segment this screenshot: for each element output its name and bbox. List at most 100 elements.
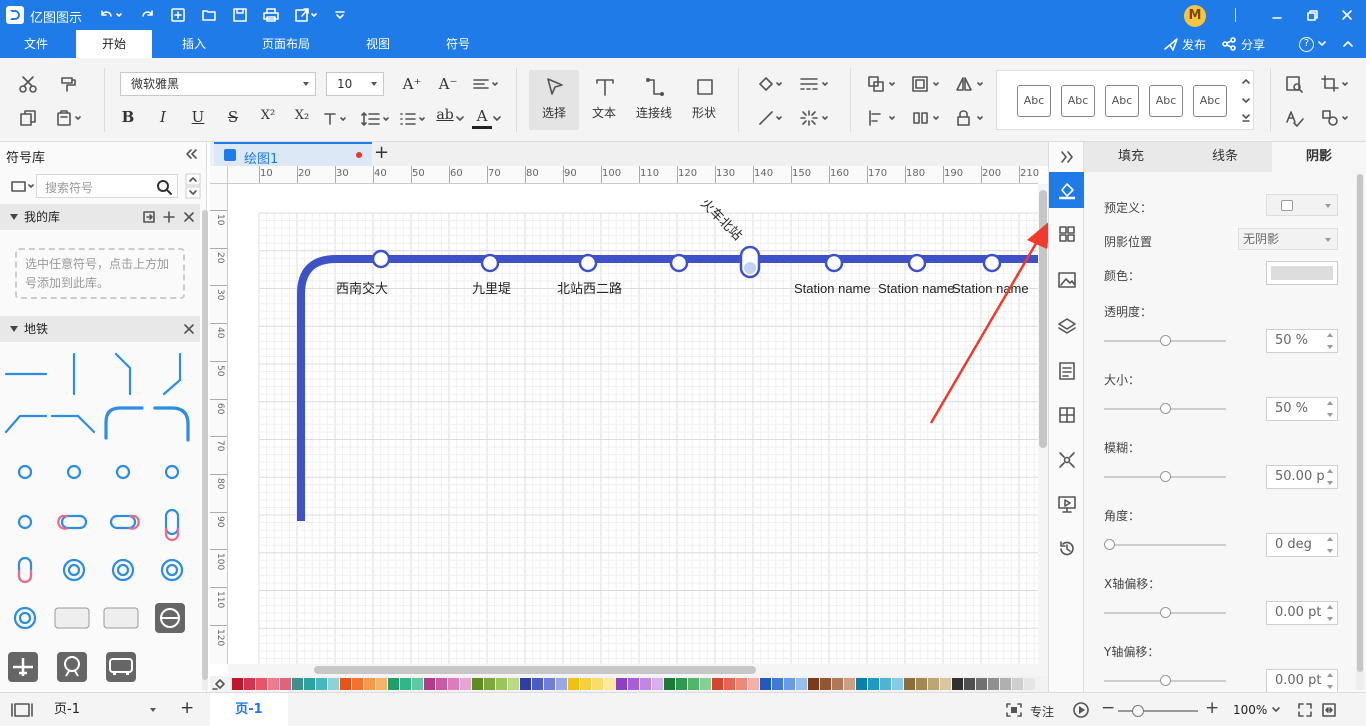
color-swatch[interactable] xyxy=(856,678,867,690)
fullscreen-icon[interactable] xyxy=(1297,702,1313,718)
station-label[interactable]: 西南交大 xyxy=(336,281,388,296)
color-swatch[interactable] xyxy=(748,678,759,690)
menu-view[interactable]: 视图 xyxy=(340,30,416,58)
data-icon[interactable] xyxy=(1057,405,1077,425)
italic-button[interactable]: I xyxy=(153,108,173,126)
color-swatch[interactable] xyxy=(808,678,819,690)
color-swatch[interactable] xyxy=(676,678,687,690)
distribute-icon[interactable] xyxy=(910,108,944,128)
play-icon[interactable] xyxy=(1072,701,1090,719)
superscript-button[interactable]: X² xyxy=(256,108,280,123)
color-swatch[interactable] xyxy=(916,678,927,690)
align-objects-icon[interactable] xyxy=(866,108,900,128)
color-swatch[interactable] xyxy=(760,678,771,690)
color-swatch[interactable] xyxy=(940,678,951,690)
find-replace-icon[interactable] xyxy=(1284,74,1306,94)
color-swatch[interactable] xyxy=(568,678,579,690)
size-input[interactable]: 50 % xyxy=(1266,397,1338,421)
color-swatch[interactable] xyxy=(316,678,327,690)
station-marker[interactable] xyxy=(480,253,500,273)
style-swatch[interactable]: Abc xyxy=(1061,85,1095,117)
metro-section-header[interactable]: 地铁 xyxy=(0,316,200,342)
save-icon[interactable] xyxy=(232,7,248,23)
shape-tool-button[interactable]: 形状 xyxy=(679,70,729,130)
crop-icon[interactable] xyxy=(1320,74,1352,94)
color-swatch[interactable] xyxy=(904,678,915,690)
page-select[interactable]: 页-1 xyxy=(44,699,162,721)
color-swatch[interactable] xyxy=(712,678,723,690)
redo-icon[interactable] xyxy=(140,7,156,23)
color-swatch[interactable] xyxy=(628,678,639,690)
color-swatch[interactable] xyxy=(472,678,483,690)
gallery-scroll-icon[interactable] xyxy=(1241,77,1251,125)
expand-panel-icon[interactable] xyxy=(1059,150,1075,164)
opacity-slider[interactable] xyxy=(1104,335,1226,346)
color-swatch[interactable] xyxy=(640,678,651,690)
color-swatch[interactable] xyxy=(880,678,891,690)
format-painter-icon[interactable] xyxy=(58,74,78,94)
align-icon[interactable] xyxy=(472,76,502,94)
menu-home[interactable]: 开始 xyxy=(76,30,152,58)
opacity-input[interactable]: 50 % xyxy=(1266,329,1338,353)
color-swatch[interactable] xyxy=(772,678,783,690)
color-swatch[interactable] xyxy=(664,678,675,690)
library-scrollbar[interactable] xyxy=(202,210,208,690)
color-swatch[interactable] xyxy=(232,678,243,690)
import-icon[interactable] xyxy=(142,210,156,224)
tab-fill[interactable]: 填充 xyxy=(1084,142,1178,172)
focus-mode-icon[interactable] xyxy=(1005,702,1023,718)
color-swatch[interactable] xyxy=(436,678,447,690)
color-swatch[interactable] xyxy=(292,678,303,690)
font-color-dropdown-icon[interactable] xyxy=(493,116,501,122)
library-menu-icon[interactable] xyxy=(10,179,36,193)
subscript-button[interactable]: X₂ xyxy=(290,108,314,123)
collapse-ribbon-icon[interactable] xyxy=(1342,39,1354,49)
tab-line[interactable]: 线条 xyxy=(1178,142,1272,172)
replace-shape-icon[interactable] xyxy=(1320,108,1352,128)
color-swatch[interactable] xyxy=(700,678,711,690)
slider-knob[interactable] xyxy=(1159,335,1171,346)
slider-knob[interactable] xyxy=(1159,675,1171,686)
color-swatch[interactable] xyxy=(1000,678,1011,690)
station-marker[interactable] xyxy=(371,249,391,269)
preset-select[interactable] xyxy=(1266,194,1338,216)
minimize-icon[interactable] xyxy=(1270,8,1284,22)
color-swatch[interactable] xyxy=(388,678,399,690)
station-marker[interactable] xyxy=(669,253,689,273)
color-palette[interactable] xyxy=(210,676,1048,692)
print-icon[interactable] xyxy=(262,7,280,23)
station-marker[interactable] xyxy=(824,253,844,273)
layout-grid-icon[interactable] xyxy=(1057,224,1077,244)
color-swatch[interactable] xyxy=(988,678,999,690)
bring-front-icon[interactable] xyxy=(866,74,900,94)
fill-panel-button[interactable] xyxy=(1049,172,1084,208)
mindmap-icon[interactable] xyxy=(1057,450,1077,470)
copy-icon[interactable] xyxy=(18,108,38,128)
connector-tool-button[interactable]: 连接线 xyxy=(629,70,679,130)
slider-knob[interactable] xyxy=(1159,403,1171,414)
color-swatch[interactable] xyxy=(256,678,267,690)
station-marker[interactable] xyxy=(578,253,598,273)
publish-icon[interactable] xyxy=(1163,37,1179,51)
color-swatch[interactable] xyxy=(892,678,903,690)
format-panel-scrollbar[interactable] xyxy=(1356,174,1364,690)
color-swatch[interactable] xyxy=(400,678,411,690)
expand-arrow-icon[interactable] xyxy=(9,325,19,333)
font-shrink-button[interactable]: A⁻ xyxy=(436,75,460,93)
color-swatch[interactable] xyxy=(868,678,879,690)
close-icon[interactable] xyxy=(1340,8,1354,22)
avatar[interactable]: M xyxy=(1184,5,1206,27)
cut-icon[interactable] xyxy=(18,74,38,94)
font-family-select[interactable]: 微软雅黑 xyxy=(120,72,316,96)
station-label[interactable]: 北站西二路 xyxy=(557,281,622,296)
color-swatch[interactable] xyxy=(1024,678,1035,690)
line-color-icon[interactable] xyxy=(756,108,786,128)
page-tab[interactable]: 页-1 xyxy=(210,693,288,726)
color-swatch[interactable] xyxy=(496,678,507,690)
menu-page-layout[interactable]: 页面布局 xyxy=(244,30,328,58)
color-swatch[interactable] xyxy=(364,678,375,690)
close-section-icon[interactable] xyxy=(183,323,195,335)
color-swatch[interactable] xyxy=(556,678,567,690)
color-swatch[interactable] xyxy=(544,678,555,690)
paste-icon[interactable] xyxy=(55,108,85,128)
